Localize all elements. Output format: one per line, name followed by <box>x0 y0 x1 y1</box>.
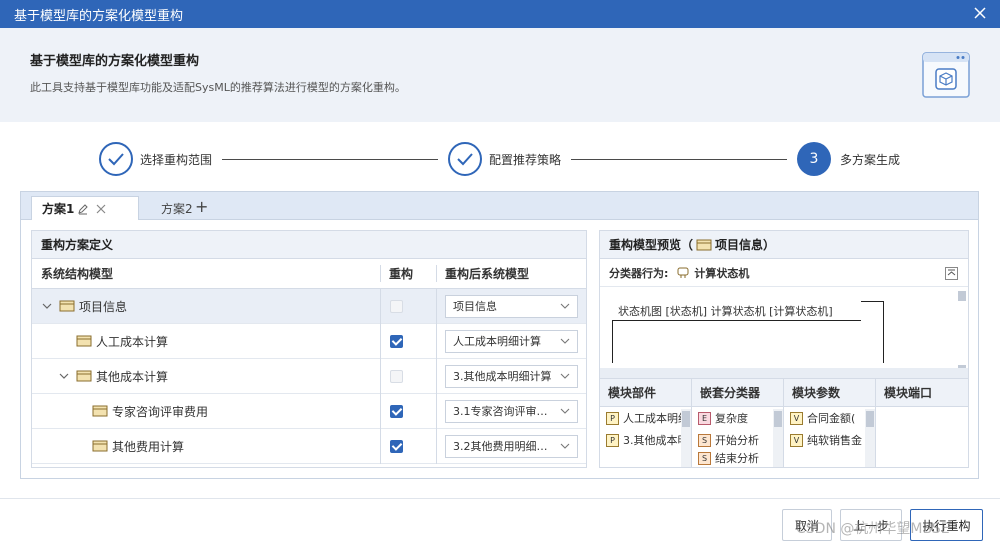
part-icon: P <box>606 411 619 425</box>
preview-columns: 模块部件 P人工成本明细 P3.其他成本明细 嵌套分类器 E复杂度 S开始分析 … <box>600 379 968 467</box>
col-target-model: 重构后系统模型 <box>436 265 586 282</box>
vertical-scrollbar[interactable] <box>681 409 691 467</box>
part-properties-column: 模块部件 P人工成本明细 P3.其他成本明细 <box>600 379 692 467</box>
target-model-select[interactable]: 3.1专家咨询评审费用 <box>445 399 578 423</box>
list-item[interactable]: S 开始分析 <box>692 429 783 451</box>
dialog-description: 此工具支持基于模型库功能及适配SysML的推荐算法进行模型的方案化重构。 <box>30 81 406 94</box>
package-icon <box>76 370 92 382</box>
table-row[interactable]: 人工成本计算 人工成本明细计算 <box>32 323 586 359</box>
pencil-icon[interactable] <box>77 203 89 215</box>
table-row[interactable]: 其他成本计算 3.其他成本明细计算 <box>32 358 586 394</box>
table-header: 系统结构模型 重构 重构后系统模型 <box>32 259 586 289</box>
step-2-label: 配置推荐策略 <box>489 153 562 167</box>
tree-label: 其他费用计算 <box>112 439 185 454</box>
target-model-select[interactable]: 3.2其他费用明细计算 <box>445 434 578 458</box>
dialog-header: 基于模型库的方案化模型重构 此工具支持基于模型库功能及适配SysML的推荐算法进… <box>0 28 1000 122</box>
refactor-checkbox[interactable] <box>390 369 403 383</box>
target-model-select[interactable]: 3.其他成本明细计算 <box>445 364 578 388</box>
classifier-behavior: 分类器行为: 计算状态机 <box>600 259 968 287</box>
window-title: 基于模型库的方案化模型重构 <box>14 8 184 24</box>
parameters-column: 模块参数 V 合同金额( V 纯软销售金 <box>784 379 876 467</box>
wizard-steps: 选择重构范围 配置推荐策略 3 多方案生成 <box>0 122 1000 192</box>
package-icon <box>76 335 92 347</box>
step-connector <box>571 159 787 160</box>
table-row[interactable]: 项目信息 项目信息 <box>32 288 586 324</box>
tool-window-icon <box>922 52 970 98</box>
chevron-down-icon <box>560 443 570 449</box>
state-icon: S <box>698 433 711 447</box>
step-3-number: 3 <box>797 142 831 176</box>
refactor-checkbox[interactable] <box>390 334 403 348</box>
table-row[interactable]: 专家咨询评审费用 3.1专家咨询评审费用 <box>32 393 586 429</box>
step-2-check-icon <box>448 142 482 176</box>
step-1-label: 选择重构范围 <box>140 153 213 167</box>
refactor-checkbox[interactable] <box>390 299 403 313</box>
list-item[interactable]: E 复杂度 <box>692 407 783 429</box>
horizontal-scrollbar[interactable] <box>600 368 968 378</box>
window-titlebar: 基于模型库的方案化模型重构 <box>0 0 1000 28</box>
close-tab-icon[interactable] <box>95 203 107 215</box>
package-icon <box>696 239 712 250</box>
scheme-tabs: 方案1 方案2 + <box>21 192 978 220</box>
list-item[interactable]: V 合同金额( <box>784 407 875 429</box>
close-icon[interactable] <box>972 5 988 21</box>
table-row[interactable]: 其他费用计算 3.2其他费用明细计算 <box>32 428 586 464</box>
model-preview: 重构模型预览（ 项目信息 ） 分类器行为: 计算状态机 状态机图 [状态机] 计… <box>599 230 969 468</box>
value-property-icon: V <box>790 433 803 447</box>
chevron-down-icon[interactable] <box>41 300 53 312</box>
chevron-down-icon[interactable] <box>58 370 70 382</box>
list-item[interactable]: P3.其他成本明细 <box>600 429 691 451</box>
chevron-down-icon <box>560 373 570 379</box>
diagram-frame-label: 状态机图 [状态机] 计算状态机 [计算状态机] <box>612 301 861 321</box>
collapse-icon[interactable] <box>945 267 958 280</box>
dialog-heading: 基于模型库的方案化模型重构 <box>30 54 200 69</box>
col-structure-model: 系统结构模型 <box>41 267 114 281</box>
refactor-checkbox[interactable] <box>390 404 403 418</box>
preview-title: 重构模型预览（ 项目信息 ） <box>600 231 968 259</box>
vertical-scrollbar[interactable] <box>958 291 966 375</box>
scheme-definition: 重构方案定义 系统结构模型 重构 重构后系统模型 项目信息 项目信息 人工成本计… <box>31 230 587 468</box>
list-item[interactable]: V 纯软销售金 <box>784 429 875 451</box>
vertical-scrollbar[interactable] <box>865 409 875 467</box>
tree-label: 项目信息 <box>79 299 128 314</box>
diagram-preview[interactable]: 状态机图 [状态机] 计算状态机 [计算状态机] <box>600 287 968 379</box>
package-icon <box>92 405 108 417</box>
vertical-scrollbar[interactable] <box>773 409 783 467</box>
target-model-select[interactable]: 人工成本明细计算 <box>445 329 578 353</box>
step-3-label: 多方案生成 <box>840 153 901 167</box>
ports-column: 模块端口 <box>876 379 968 467</box>
refactor-checkbox[interactable] <box>390 439 403 453</box>
list-item[interactable]: P 人工成本明细 <box>600 407 691 429</box>
package-icon <box>92 440 108 452</box>
classifier-value: 计算状态机 <box>694 266 750 280</box>
nested-classifiers-column: 嵌套分类器 E 复杂度 S 开始分析 S 结束分析 <box>692 379 784 467</box>
chevron-down-icon <box>560 303 570 309</box>
tree-label: 人工成本计算 <box>96 334 169 349</box>
chevron-down-icon <box>560 408 570 414</box>
watermark: CSDN @杭州华望MBSE <box>796 521 950 537</box>
step-connector <box>222 159 438 160</box>
value-property-icon: V <box>790 411 803 425</box>
state-machine-icon <box>677 267 689 278</box>
package-icon <box>59 300 75 312</box>
classifier-label: 分类器行为: <box>609 266 669 280</box>
add-tab-icon[interactable]: + <box>195 197 208 216</box>
tab-scheme-2-label: 方案2 <box>161 201 193 216</box>
enumeration-icon: E <box>698 411 711 425</box>
state-icon: S <box>698 451 711 465</box>
scheme-definition-title: 重构方案定义 <box>32 231 586 259</box>
target-model-select[interactable]: 项目信息 <box>445 294 578 318</box>
scheme-panel: 方案1 方案2 + 重构方案定义 系统结构模型 重构 重构后系统模型 项目信息 <box>20 191 979 479</box>
list-item[interactable]: S 结束分析 <box>692 451 783 465</box>
tree-label: 专家咨询评审费用 <box>112 404 209 419</box>
tree-label: 其他成本计算 <box>96 369 169 384</box>
step-1-check-icon <box>99 142 133 176</box>
tab-scheme-1[interactable]: 方案1 <box>31 196 139 220</box>
tab-scheme-2[interactable]: 方案2 <box>161 196 193 220</box>
footer-divider <box>0 498 1000 499</box>
chevron-down-icon <box>560 338 570 344</box>
col-refactor: 重构 <box>380 265 436 282</box>
tab-scheme-1-label: 方案1 <box>42 202 75 216</box>
part-icon: P <box>606 433 619 447</box>
